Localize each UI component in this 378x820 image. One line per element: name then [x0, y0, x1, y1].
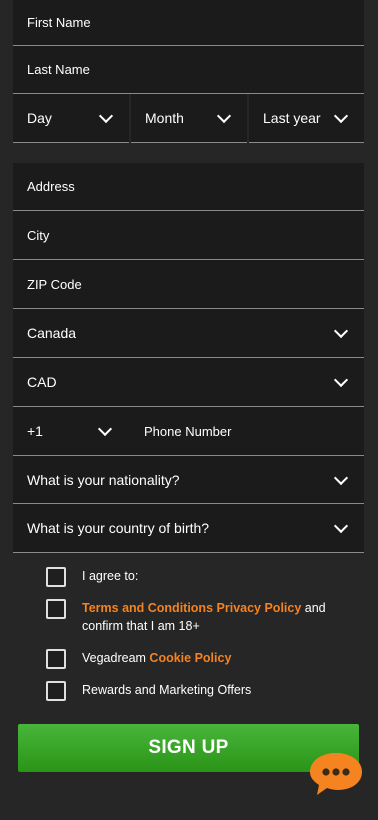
dob-day-select[interactable]: Day — [13, 94, 129, 143]
address-field[interactable]: Address — [13, 163, 364, 211]
terms-row: Terms and Conditions Privacy Policy and … — [46, 599, 332, 635]
agree-all-label: I agree to: — [82, 569, 139, 583]
dob-month-select[interactable]: Month — [131, 94, 247, 143]
cookie-prefix: Vegadream — [82, 651, 150, 665]
currency-value: CAD — [27, 374, 57, 390]
phone-group: +1 Phone Number — [13, 407, 364, 456]
agree-all-checkbox[interactable] — [46, 567, 66, 587]
age-text-1: and — [301, 601, 326, 615]
chevron-down-icon — [333, 372, 349, 388]
nationality-value: What is your nationality? — [27, 471, 180, 488]
sign-up-button[interactable]: SIGN UP — [18, 724, 359, 772]
city-placeholder: City — [27, 227, 50, 243]
first-name-placeholder: First Name — [27, 15, 91, 30]
age-text-2: confirm that I am 18+ — [82, 619, 200, 633]
currency-select[interactable]: CAD — [13, 358, 364, 407]
cookie-label: Vegadream Cookie Policy — [82, 649, 332, 667]
chevron-down-icon — [97, 421, 113, 437]
terms-label: Terms and Conditions Privacy Policy and … — [82, 599, 332, 635]
chevron-down-icon — [333, 323, 349, 339]
cookie-row: Vegadream Cookie Policy — [46, 649, 332, 669]
dob-year-select[interactable]: Last year — [249, 94, 364, 143]
cookie-checkbox[interactable] — [46, 649, 66, 669]
dob-year-value: Last year — [263, 110, 321, 126]
cookie-policy-link[interactable]: Cookie Policy — [149, 651, 231, 665]
chat-bubble-icon[interactable] — [309, 752, 363, 796]
agree-all-row: I agree to: — [46, 567, 332, 587]
chevron-down-icon — [333, 518, 349, 534]
phone-number-field[interactable]: Phone Number — [128, 407, 364, 456]
terms-link[interactable]: Terms and Conditions — [82, 601, 213, 615]
address-placeholder: Address — [27, 179, 75, 194]
marketing-row: Rewards and Marketing Offers — [46, 681, 332, 701]
city-field[interactable]: City — [13, 211, 364, 260]
chevron-down-icon — [98, 108, 114, 124]
phone-code-value: +1 — [27, 423, 43, 439]
last-name-placeholder: Last Name — [27, 62, 90, 77]
chevron-down-icon — [216, 108, 232, 124]
dob-month-value: Month — [145, 110, 184, 126]
chevron-down-icon — [333, 470, 349, 485]
marketing-checkbox[interactable] — [46, 681, 66, 701]
phone-code-select[interactable]: +1 — [13, 407, 128, 456]
chevron-down-icon — [333, 108, 349, 124]
date-of-birth-group: Day Month Last year — [13, 94, 364, 143]
last-name-field[interactable]: Last Name — [13, 46, 364, 94]
country-value: Canada — [27, 325, 77, 341]
country-of-birth-value: What is your country of birth? — [27, 520, 210, 536]
country-select[interactable]: Canada — [13, 309, 364, 358]
nationality-select[interactable]: What is your nationality? — [13, 456, 364, 504]
first-name-field[interactable]: First Name — [13, 0, 364, 46]
dob-day-value: Day — [27, 110, 52, 126]
privacy-policy-link[interactable]: Privacy Policy — [217, 601, 302, 615]
marketing-label: Rewards and Marketing Offers — [82, 683, 252, 697]
country-of-birth-select[interactable]: What is your country of birth? — [13, 504, 364, 553]
phone-number-placeholder: Phone Number — [144, 423, 232, 439]
zip-code-field[interactable]: ZIP Code — [13, 260, 364, 309]
terms-checkbox[interactable] — [46, 599, 66, 619]
zip-code-placeholder: ZIP Code — [27, 276, 82, 292]
